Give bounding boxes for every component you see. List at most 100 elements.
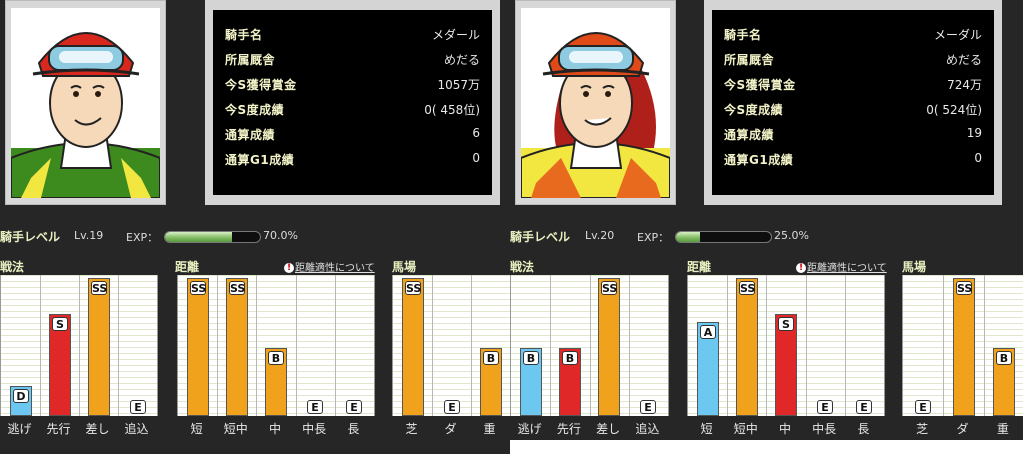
grade-bar (953, 278, 975, 416)
exp-progress-bar (164, 231, 261, 243)
grade-bar (187, 278, 209, 416)
grade-badge: E (130, 400, 146, 414)
category-label: 逃げ (7, 422, 32, 436)
grade-badge: SS (956, 281, 973, 295)
chart-divider (40, 275, 41, 416)
grade-badge: E (817, 400, 833, 414)
bottom-strip (510, 440, 1023, 454)
section-title: 戦法 (510, 260, 535, 274)
jockey-portrait-frame (5, 0, 166, 205)
chart-divider (845, 275, 846, 416)
grade-badge: B (523, 351, 539, 365)
jockey-panel-2: 騎手名 メーダル 所属厩舎 めだる 今S獲得賞金 724万 今S度成績 0( 524位) 通算成… (510, 0, 1023, 454)
aptitude-chart: B B SS E (510, 275, 669, 416)
category-label: 短 (190, 422, 203, 436)
info-key: 通算G1成績 (724, 153, 794, 167)
grade-badge: B (996, 351, 1012, 365)
category-label: 先行 (46, 422, 71, 436)
category-label: 中長 (302, 422, 327, 436)
chart-divider (727, 275, 728, 416)
jockey-info-inner: 騎手名 メーダル 所属厩舎 めだる 今S獲得賞金 724万 今S度成績 0( 524位) 通算成… (712, 10, 994, 195)
info-value: 1057万 (437, 78, 480, 92)
exp-percent: 70.0% (263, 229, 298, 242)
exp-label: EXP： (126, 231, 159, 244)
aptitude-chart: SS SS B E E (177, 275, 375, 416)
distance-aptitude-link[interactable]: ! 距離適性について (284, 259, 375, 274)
jockey-portrait-female (521, 8, 670, 198)
grade-badge: E (346, 400, 362, 414)
info-row: 通算成績 19 (724, 126, 982, 146)
info-row: 通算G1成績 0 (724, 151, 982, 171)
jockey-info-box: 騎手名 メダール 所属厩舎 めだる 今S獲得賞金 1057万 今S度成績 0( 458位) 通算… (205, 0, 500, 205)
aptitude-chart: A SS S E E (687, 275, 885, 416)
chart-divider (550, 275, 551, 416)
info-row: 通算G1成績 0 (225, 151, 480, 171)
exp-percent: 25.0% (774, 229, 809, 242)
info-value: 6 (472, 126, 480, 140)
category-label: 差し (596, 422, 621, 436)
aptitude-chart: E SS B (902, 275, 1023, 416)
jockey-level-row: 騎手レベル Lv.19 EXP： 70.0% (0, 228, 512, 248)
grade-badge: D (13, 389, 29, 403)
info-row: 今S度成績 0( 524位) (724, 101, 982, 121)
info-key: 通算G1成績 (225, 153, 295, 167)
info-row: 今S獲得賞金 724万 (724, 76, 982, 96)
info-value: 724万 (947, 78, 982, 92)
level-label: 騎手レベル (0, 230, 61, 244)
chart-divider (629, 275, 630, 416)
category-label: 追込 (124, 422, 149, 436)
info-value: 0 (974, 151, 982, 165)
category-label: 逃げ (517, 422, 542, 436)
distance-aptitude-link[interactable]: ! 距離適性について (796, 259, 887, 274)
grade-badge: B (562, 351, 578, 365)
category-label: 中 (778, 422, 791, 436)
grade-badge: SS (190, 281, 207, 295)
info-key: 所属厩舎 (225, 53, 276, 67)
info-value: 0( 458位) (424, 103, 480, 117)
category-label: ダ (956, 422, 969, 436)
category-label: ダ (444, 422, 457, 436)
grade-badge: SS (229, 281, 246, 295)
category-label: 短 (700, 422, 713, 436)
info-row: 通算成績 6 (225, 126, 480, 146)
info-key: 今S獲得賞金 (724, 78, 796, 92)
aptitude-chart: SS E B (392, 275, 511, 416)
info-key: 所属厩舎 (724, 53, 775, 67)
info-value: 19 (966, 126, 982, 140)
level-value: Lv.19 (74, 229, 104, 242)
level-value: Lv.20 (585, 229, 615, 242)
category-label: 中 (268, 422, 281, 436)
jockey-level-row: 騎手レベル Lv.20 EXP： 25.0% (510, 228, 1022, 248)
info-icon: ! (284, 263, 294, 273)
category-label: 短中 (223, 422, 248, 436)
grade-badge: E (444, 400, 460, 414)
section-title: 馬場 (392, 260, 417, 274)
info-key: 騎手名 (724, 28, 762, 42)
chart-divider (256, 275, 257, 416)
info-value: めだる (443, 53, 480, 67)
exp-progress-fill (165, 232, 232, 242)
jockey-panel-1: 騎手名 メダール 所属厩舎 めだる 今S獲得賞金 1057万 今S度成績 0( 458位) 通算… (0, 0, 512, 454)
grade-badge: S (52, 317, 68, 331)
category-label: 重 (483, 422, 496, 436)
distance-aptitude-link-text: 距離適性について (295, 263, 375, 274)
exp-progress-fill (676, 232, 700, 242)
jockey-info-inner: 騎手名 メダール 所属厩舎 めだる 今S獲得賞金 1057万 今S度成績 0( 458位) 通算… (213, 10, 492, 195)
grade-bar (88, 278, 110, 416)
section-title: 戦法 (0, 260, 25, 274)
category-label: 重 (996, 422, 1009, 436)
chart-divider (471, 275, 472, 416)
info-key: 今S獲得賞金 (225, 78, 297, 92)
category-label: 長 (347, 422, 360, 436)
grade-badge: B (268, 351, 284, 365)
category-label: 差し (85, 422, 110, 436)
grade-badge: SS (601, 281, 618, 295)
category-label: 中長 (812, 422, 837, 436)
chart-divider (335, 275, 336, 416)
info-row: 騎手名 メーダル (724, 26, 982, 46)
grade-badge: A (700, 325, 716, 339)
info-icon: ! (796, 263, 806, 273)
info-key: 今S度成績 (724, 103, 784, 117)
grade-badge: E (640, 400, 656, 414)
grade-badge: SS (91, 281, 108, 295)
